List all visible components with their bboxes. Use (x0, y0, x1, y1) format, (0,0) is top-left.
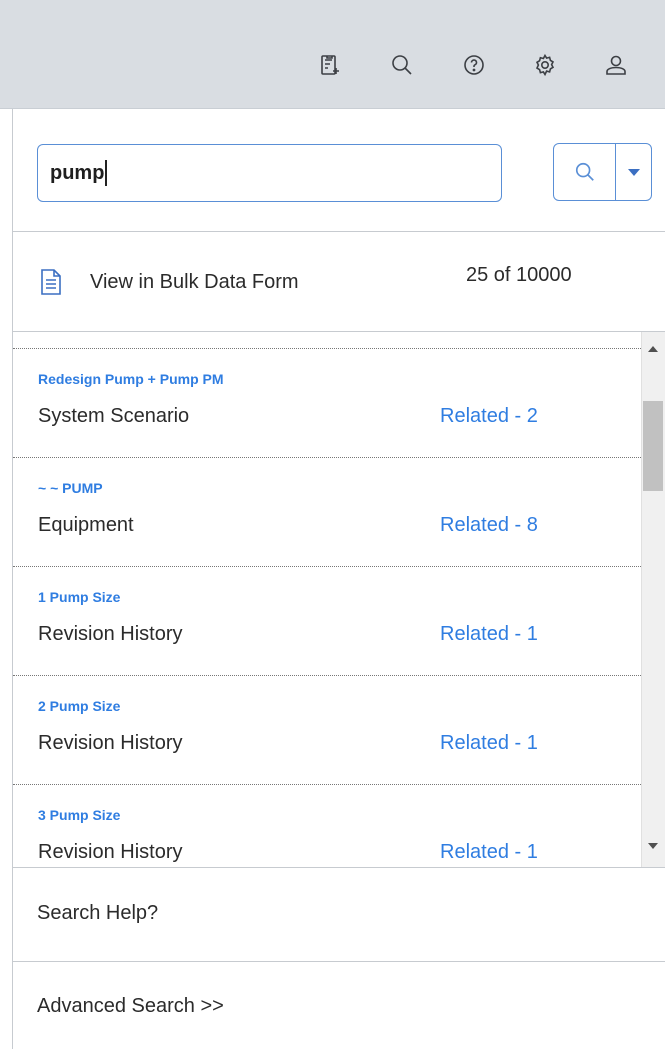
result-family: Revision History (38, 732, 183, 754)
search-input[interactable]: pump (37, 144, 502, 202)
chevron-down-icon (627, 168, 640, 176)
search-input-value: pump (50, 161, 105, 184)
search-button-group (553, 143, 652, 201)
bulk-data-form-label: View in Bulk Data Form (90, 270, 299, 293)
top-toolbar (0, 0, 665, 109)
result-title[interactable]: 3 Pump Size (38, 807, 120, 823)
list-item[interactable]: ~ ~ PUMP Equipment Related - 8 (13, 457, 641, 565)
list-item[interactable]: 1 Pump Size Revision History Related - 1 (13, 566, 641, 674)
results-list: Redesign Pump + Pump PM System Scenario … (13, 332, 641, 867)
document-icon (41, 269, 61, 295)
scroll-down-arrow-icon[interactable] (648, 843, 658, 849)
search-icon[interactable] (387, 50, 417, 80)
list-item[interactable]: 3 Pump Size Revision History Related - 1 (13, 784, 641, 867)
search-icon (575, 162, 594, 181)
new-record-icon[interactable] (315, 50, 345, 80)
result-title[interactable]: Redesign Pump + Pump PM (38, 371, 224, 387)
user-icon[interactable] (601, 50, 631, 80)
help-icon[interactable] (459, 50, 489, 80)
list-item[interactable]: 2 Pump Size Revision History Related - 1 (13, 675, 641, 783)
result-family: System Scenario (38, 405, 190, 427)
bulk-data-form-link[interactable]: View in Bulk Data Form (40, 262, 299, 302)
divider (13, 231, 665, 232)
result-title[interactable]: ~ ~ PUMP (38, 480, 103, 496)
list-item[interactable]: Redesign Pump + Pump PM System Scenario … (13, 348, 641, 456)
result-title[interactable]: 1 Pump Size (38, 589, 120, 605)
advanced-search-link[interactable]: Advanced Search >> (37, 995, 224, 1018)
result-title[interactable]: 2 Pump Size (38, 698, 120, 714)
search-help-link[interactable]: Search Help? (37, 902, 158, 925)
related-link[interactable]: Related - 1 (440, 841, 538, 864)
divider (13, 867, 665, 868)
result-family: Equipment (38, 514, 134, 536)
related-link[interactable]: Related - 8 (440, 514, 538, 537)
divider (13, 961, 665, 962)
search-button[interactable] (554, 144, 616, 200)
related-link[interactable]: Related - 2 (440, 405, 538, 428)
scrollbar-thumb[interactable] (643, 401, 663, 491)
scroll-up-arrow-icon[interactable] (648, 346, 658, 352)
search-options-dropdown[interactable] (616, 144, 651, 200)
result-count: 25 of 10000 (466, 264, 572, 286)
text-caret (105, 160, 108, 186)
result-family: Revision History (38, 623, 183, 645)
related-link[interactable]: Related - 1 (440, 732, 538, 755)
result-family: Revision History (38, 841, 183, 863)
settings-icon[interactable] (530, 50, 560, 80)
related-link[interactable]: Related - 1 (440, 623, 538, 646)
